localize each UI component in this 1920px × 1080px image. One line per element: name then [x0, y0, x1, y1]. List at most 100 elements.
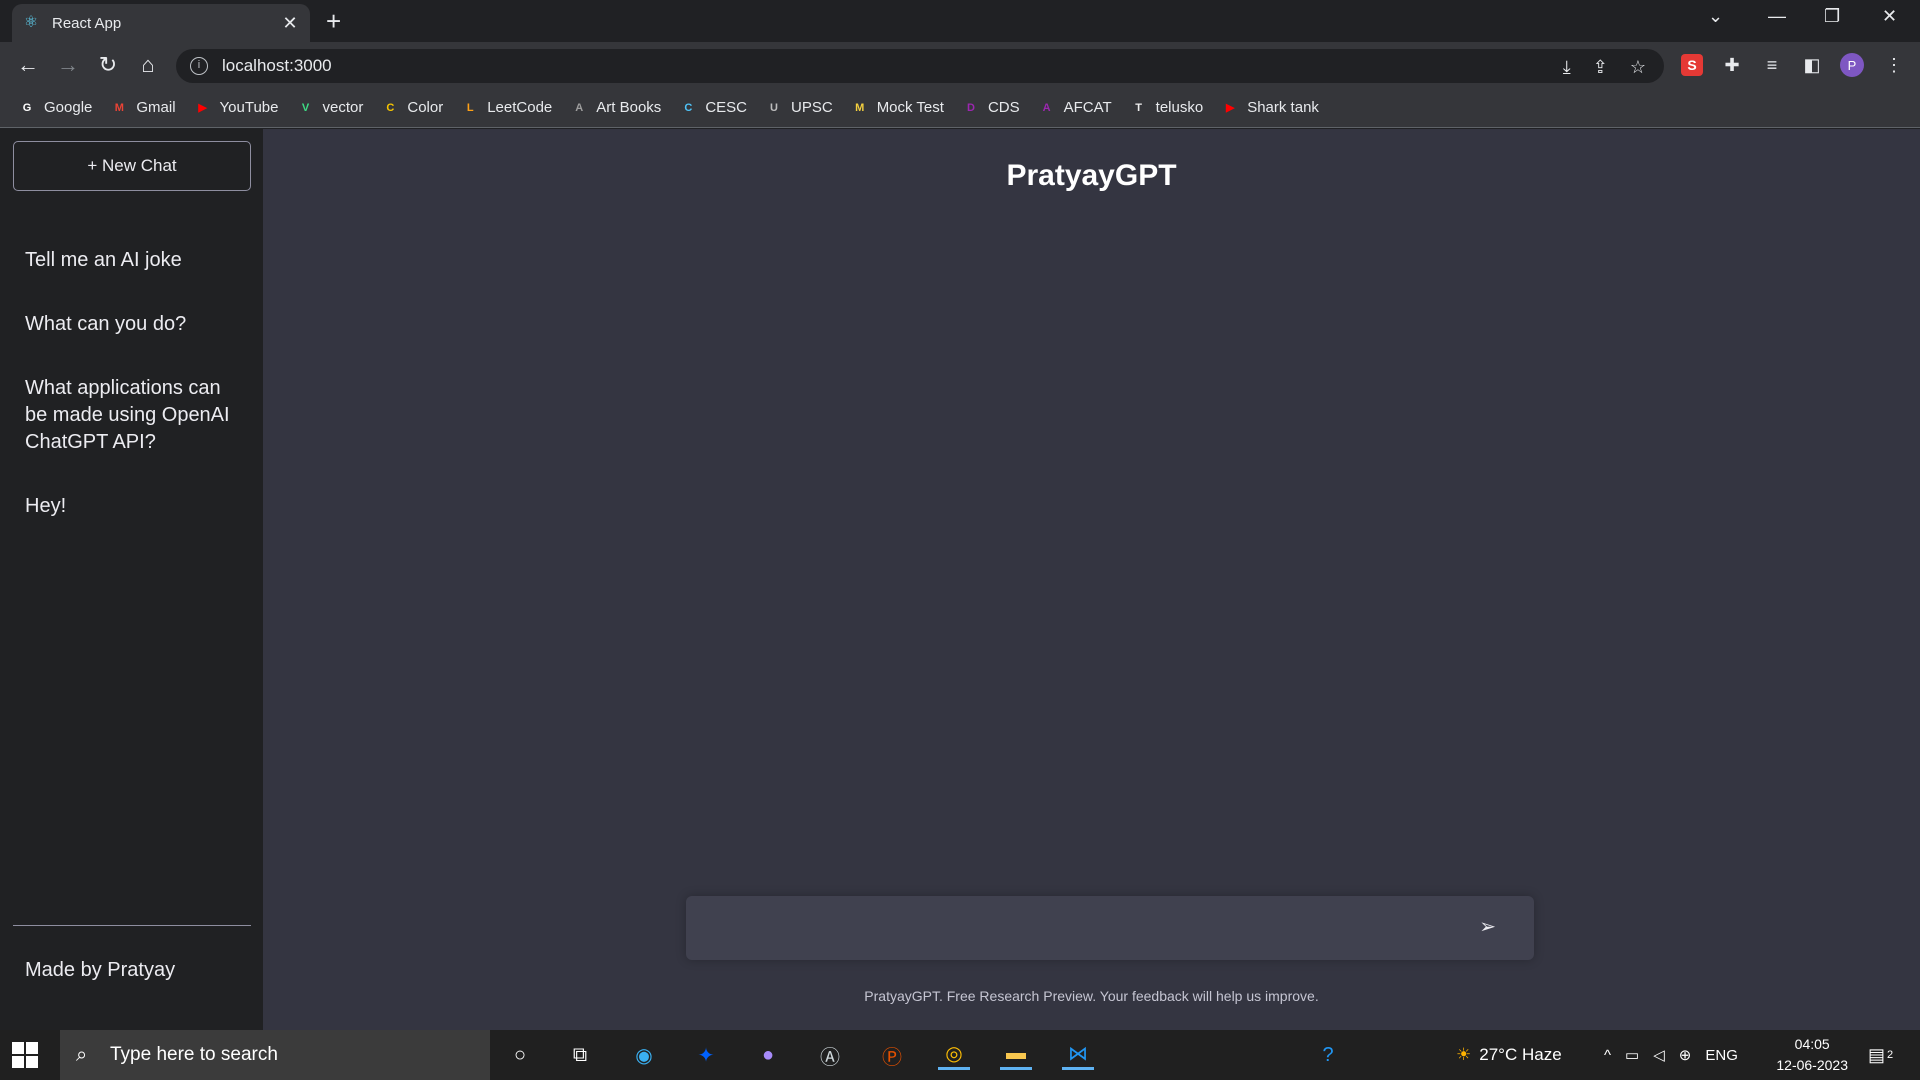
- new-chat-button[interactable]: + New Chat: [13, 141, 251, 191]
- close-window-icon[interactable]: ✕: [1882, 6, 1897, 27]
- back-icon[interactable]: ←: [14, 52, 42, 78]
- address-bar[interactable]: i localhost:3000 ⤓ ⇪ ☆: [176, 49, 1664, 83]
- close-tab-icon[interactable]: ✕: [280, 13, 300, 34]
- site-info-icon[interactable]: i: [190, 57, 208, 75]
- bookmark-favicon-icon: U: [770, 101, 778, 114]
- chrome-icon[interactable]: ◎: [938, 1040, 970, 1070]
- bookmark-label: telusko: [1155, 99, 1204, 116]
- weather-widget[interactable]: ☀ 27°C Haze: [1456, 1030, 1562, 1080]
- cortana-icon[interactable]: ○: [504, 1040, 536, 1070]
- bookmark-item[interactable]: L LeetCode: [461, 99, 552, 117]
- media-queue-icon[interactable]: ≡: [1760, 53, 1784, 77]
- home-icon[interactable]: ⌂: [134, 52, 162, 78]
- edge-icon[interactable]: ◉: [628, 1040, 660, 1070]
- chat-input-box: ➢: [686, 896, 1534, 960]
- profile-avatar[interactable]: P: [1840, 53, 1864, 77]
- bookmark-favicon-icon: M: [855, 101, 865, 114]
- react-icon: ⚛: [23, 14, 39, 31]
- reload-icon[interactable]: ↻: [94, 52, 122, 78]
- github-icon[interactable]: ●: [752, 1040, 784, 1070]
- bookmark-favicon-icon: T: [1135, 101, 1143, 114]
- bookmark-item[interactable]: U UPSC: [765, 99, 833, 117]
- forward-icon[interactable]: →: [54, 52, 82, 78]
- restore-icon[interactable]: ❐: [1824, 6, 1840, 27]
- side-panel-icon[interactable]: ◧: [1800, 53, 1824, 77]
- chat-input[interactable]: [702, 908, 1462, 948]
- tab-search-icon[interactable]: ⌄: [1708, 6, 1723, 27]
- dropbox-icon[interactable]: ✦: [690, 1040, 722, 1070]
- bookmark-item[interactable]: A Art Books: [570, 99, 661, 117]
- bookmark-favicon-icon: C: [684, 101, 693, 114]
- bookmark-favicon-icon: V: [301, 101, 310, 114]
- extensions-puzzle-icon[interactable]: ✚: [1720, 53, 1744, 77]
- chat-history-item[interactable]: What can you do?: [25, 311, 245, 338]
- clock-date: 12-06-2023: [1776, 1057, 1848, 1073]
- app-a-icon[interactable]: Ⓐ: [814, 1040, 846, 1070]
- bookmark-item[interactable]: M Gmail: [110, 99, 176, 117]
- browser-tab[interactable]: ⚛ React App ✕: [12, 4, 310, 42]
- bookmark-label: CESC: [705, 99, 747, 116]
- sidebar-footer: Made by Pratyay: [25, 959, 176, 981]
- windows-start-icon[interactable]: [12, 1042, 38, 1068]
- bookmark-favicon-icon: A: [1042, 101, 1051, 114]
- bookmark-favicon-icon: ▶: [1225, 101, 1235, 114]
- minimize-icon[interactable]: —: [1768, 6, 1786, 27]
- chat-history-item[interactable]: What applications can be made using Open…: [25, 375, 245, 456]
- search-placeholder: Type here to search: [110, 1044, 278, 1065]
- send-icon[interactable]: ➢: [1479, 914, 1496, 939]
- bookmark-item[interactable]: ▶ YouTube: [194, 99, 278, 117]
- bookmark-label: Art Books: [596, 99, 662, 116]
- bookmark-item[interactable]: C CESC: [679, 99, 747, 117]
- share-icon[interactable]: ⇪: [1593, 57, 1608, 78]
- bookmark-label: Color: [407, 99, 444, 116]
- bookmark-label: Mock Test: [876, 99, 944, 116]
- browser-toolbar: ← → ↻ ⌂ i localhost:3000 ⤓ ⇪ ☆ S ✚ ≡ ◧ P…: [0, 42, 1920, 88]
- bookmark-item[interactable]: M Mock Test: [851, 99, 944, 117]
- new-tab-icon[interactable]: +: [326, 8, 341, 34]
- bookmark-label: Google: [44, 99, 93, 116]
- bookmark-item[interactable]: ▶ Shark tank: [1221, 99, 1319, 117]
- disclaimer-text: PratyayGPT. Free Research Preview. Your …: [864, 988, 1319, 1004]
- help-icon[interactable]: ?: [1312, 1040, 1344, 1070]
- tray-chevron-icon[interactable]: ^: [1604, 1047, 1611, 1064]
- extension-s-icon[interactable]: S: [1681, 54, 1703, 76]
- page-title: PratyayGPT: [1006, 159, 1177, 192]
- bookmark-item[interactable]: A AFCAT: [1038, 99, 1112, 117]
- pushbullet-icon[interactable]: Ⓟ: [876, 1040, 908, 1070]
- notifications-icon[interactable]: ▤ 2: [1868, 1030, 1893, 1080]
- notification-count: 2: [1887, 1049, 1894, 1061]
- bookmark-favicon-icon: C: [386, 101, 395, 114]
- bookmark-label: AFCAT: [1063, 99, 1112, 116]
- chat-history-item[interactable]: Hey!: [25, 493, 245, 520]
- language-indicator[interactable]: ENG: [1705, 1047, 1738, 1064]
- weather-text: 27°C Haze: [1479, 1045, 1562, 1064]
- app-container: + New Chat Tell me an AI joke What can yo…: [0, 129, 1920, 1030]
- volume-icon[interactable]: ◁: [1653, 1046, 1665, 1064]
- menu-dots-icon[interactable]: ⋮: [1882, 53, 1906, 77]
- vscode-icon[interactable]: ⋈: [1062, 1040, 1094, 1070]
- tab-title: React App: [52, 14, 122, 32]
- bookmark-favicon-icon: L: [466, 101, 474, 114]
- taskbar-search[interactable]: ⌕ Type here to search: [60, 1030, 490, 1080]
- install-icon[interactable]: ⤓: [1563, 57, 1571, 78]
- file-explorer-icon[interactable]: ▬: [1000, 1040, 1032, 1070]
- bookmark-item[interactable]: Ttelusko: [1130, 99, 1204, 117]
- bookmark-label: LeetCode: [487, 99, 553, 116]
- clock[interactable]: 04:05 12-06-2023: [1776, 1034, 1848, 1076]
- battery-icon[interactable]: ▭: [1625, 1046, 1639, 1064]
- network-icon[interactable]: ⊕: [1679, 1046, 1692, 1064]
- chat-history-item[interactable]: Tell me an AI joke: [25, 247, 245, 274]
- task-view-icon[interactable]: ⧉: [564, 1040, 596, 1070]
- bookmark-star-icon[interactable]: ☆: [1630, 57, 1646, 78]
- bookmark-item[interactable]: C Color: [381, 99, 443, 117]
- bookmark-label: Shark tank: [1247, 99, 1319, 116]
- url-text: localhost:3000: [222, 56, 332, 75]
- bookmark-item[interactable]: G Google: [18, 99, 93, 117]
- bookmarks-bar: G Google M Gmail ▶ YouTube Vvector C Color L LeetC…: [0, 88, 1920, 128]
- bookmark-favicon-icon: M: [114, 101, 124, 114]
- bookmark-item[interactable]: Vvector: [297, 99, 364, 117]
- windows-taskbar: ⌕ Type here to search ○ ⧉ ◉ ✦ ● Ⓐ Ⓟ ◎ ▬ …: [0, 1030, 1920, 1080]
- system-tray: ^ ▭ ◁ ⊕ ENG: [1604, 1030, 1738, 1080]
- bookmark-item[interactable]: D CDS: [962, 99, 1020, 117]
- bookmark-label: CDS: [987, 99, 1020, 116]
